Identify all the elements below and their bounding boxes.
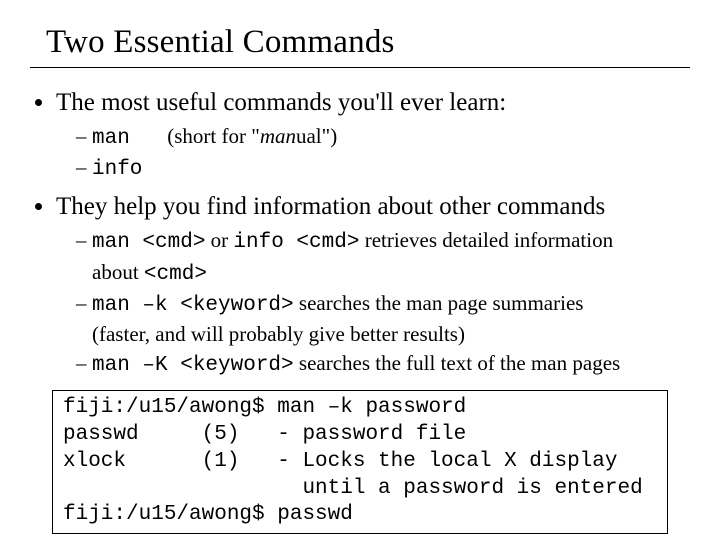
- text-searches-summaries: searches the man page summaries: [294, 291, 584, 315]
- slide-title: Two Essential Commands: [46, 24, 690, 61]
- sublist-2: man <cmd> or info <cmd> retrieves detail…: [56, 226, 690, 380]
- text-retrieves: retrieves detailed information: [359, 228, 613, 252]
- bullet-2-text: They help you find information about oth…: [56, 193, 605, 220]
- code-info-cmd: info <cmd>: [233, 231, 359, 254]
- sublist-1: man (short for "manual") info: [56, 122, 690, 185]
- sub-item-man-big-k: man –K <keyword> searches the full text …: [76, 349, 690, 380]
- code-cmd-placeholder: <cmd>: [144, 263, 207, 286]
- sub-item-man-k: man –k <keyword> searches the man page s…: [76, 289, 690, 349]
- man-exp-b: ual"): [296, 124, 337, 148]
- sub3-continuation: about <cmd>: [92, 258, 690, 289]
- main-bullet-list: The most useful commands you'll ever lea…: [30, 86, 690, 380]
- sub-item-man: man (short for "manual"): [76, 122, 690, 153]
- sub4-continuation: (faster, and will probably give better r…: [92, 320, 690, 348]
- bullet-1: The most useful commands you'll ever lea…: [56, 86, 690, 184]
- man-explain: (short for "manual"): [167, 124, 337, 148]
- code-man-k: man –k <keyword>: [92, 294, 294, 317]
- cmd-info: info: [92, 156, 162, 184]
- sub-item-info: info: [76, 153, 690, 184]
- cmd-man: man: [92, 125, 162, 153]
- text-or: or: [205, 228, 233, 252]
- code-man-big-k: man –K <keyword>: [92, 354, 294, 377]
- title-underline: [30, 67, 690, 68]
- man-exp-a: (short for ": [167, 124, 260, 148]
- terminal-output: fiji:/u15/awong$ man –k password passwd …: [52, 390, 668, 534]
- text-searches-fulltext: searches the full text of the man pages: [294, 351, 621, 375]
- bullet-1-text: The most useful commands you'll ever lea…: [56, 89, 506, 116]
- sub-item-man-cmd: man <cmd> or info <cmd> retrieves detail…: [76, 226, 690, 289]
- bullet-2: They help you find information about oth…: [56, 190, 690, 379]
- code-man-cmd: man <cmd>: [92, 231, 205, 254]
- man-exp-em: man: [260, 124, 296, 148]
- text-about: about: [92, 260, 144, 284]
